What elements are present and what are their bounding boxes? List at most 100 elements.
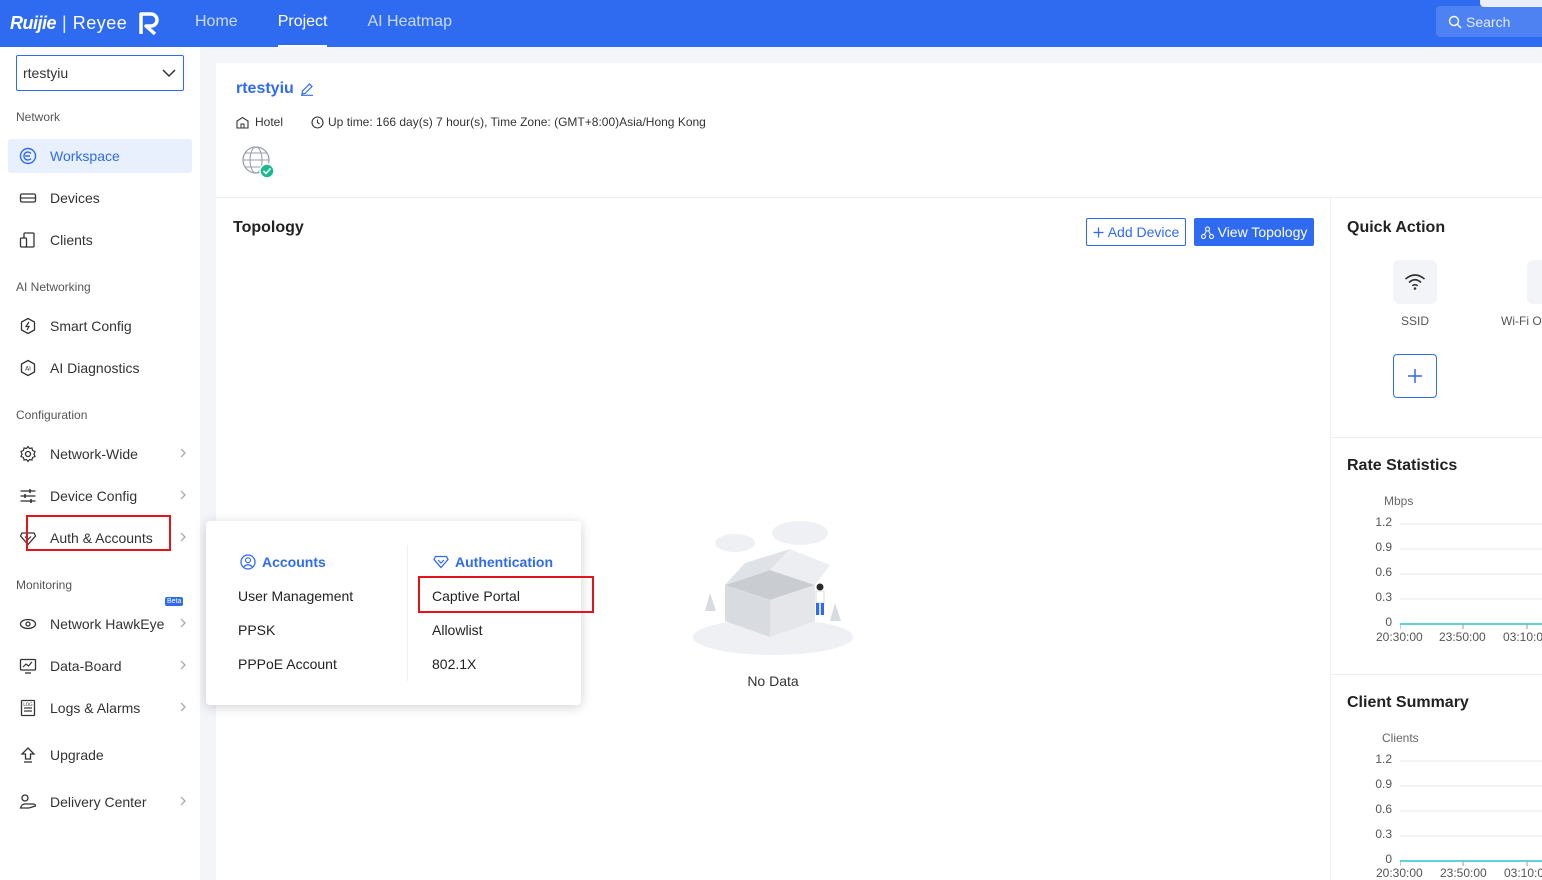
section-ai-networking: AI Networking [16, 280, 91, 294]
sidebar-item-device-config[interactable]: Device Config [8, 479, 192, 513]
menu-item-pppoe-account[interactable]: PPPoE Account [238, 656, 337, 672]
column-divider [1330, 198, 1331, 880]
sidebar-item-devices[interactable]: Devices [8, 181, 192, 215]
search-label: Search [1466, 13, 1511, 30]
view-topology-label: View Topology [1217, 224, 1308, 240]
right-divider [1331, 437, 1542, 438]
search-icon [1448, 15, 1462, 28]
sidebar-item-label: Smart Config [50, 318, 132, 334]
view-topology-button[interactable]: View Topology [1194, 218, 1314, 246]
header-divider [216, 197, 1542, 198]
sidebar-item-label: Network-Wide [50, 446, 138, 462]
edit-pencil-icon[interactable] [300, 82, 314, 96]
menu-item-802-1x[interactable]: 802.1X [432, 656, 476, 672]
add-quick-action-button[interactable] [1393, 354, 1437, 398]
sidebar-item-label: Data-Board [50, 658, 122, 674]
svg-text:LOG: LOG [23, 702, 33, 708]
project-title: rtestyiu [236, 80, 314, 98]
ruijie-reyee-logo[interactable]: Ruijie | Reyee [10, 9, 163, 37]
search-button[interactable]: Search [1436, 6, 1542, 37]
sidebar-item-ai-diagnostics[interactable]: AI AI Diagnostics [8, 351, 192, 385]
menu-item-allowlist[interactable]: Allowlist [432, 622, 483, 638]
chevron-right-icon [180, 532, 186, 542]
sidebar-item-label: Network HawkEye [50, 616, 165, 632]
right-divider [1331, 674, 1542, 675]
sidebar-item-label: Clients [50, 232, 93, 248]
client-summary-title: Client Summary [1347, 694, 1469, 711]
rate-statistics-title: Rate Statistics [1347, 457, 1458, 474]
workspace-icon [18, 146, 38, 166]
sidebar-item-label: Devices [50, 190, 100, 206]
sidebar-item-auth-accounts[interactable]: Auth & Accounts [8, 521, 192, 555]
smart-config-icon [18, 316, 38, 336]
accounts-group-title: Accounts [240, 554, 326, 570]
section-network: Network [16, 110, 61, 124]
y-tick: 0.9 [1375, 540, 1392, 554]
ssid-action-button[interactable] [1393, 260, 1437, 304]
y-tick: 0.6 [1375, 565, 1392, 579]
empty-box-illustration [693, 521, 853, 655]
menu-item-captive-portal[interactable]: Captive Portal [432, 588, 520, 604]
sidebar-item-data-board[interactable]: Data-Board [8, 649, 192, 683]
menu-item-user-management[interactable]: User Management [238, 588, 353, 604]
quick-action-title: Quick Action [1347, 219, 1446, 236]
sidebar-item-label: Logs & Alarms [50, 700, 141, 716]
diamond-shield-icon [18, 528, 38, 548]
beta-badge: Beta [165, 597, 184, 606]
chevron-right-icon [180, 796, 186, 806]
nav-home[interactable]: Home [175, 0, 258, 47]
upgrade-arrow-icon [18, 745, 38, 765]
sidebar-item-workspace[interactable]: Workspace [8, 139, 192, 173]
sidebar-item-delivery-center[interactable]: Delivery Center [8, 785, 192, 819]
sidebar-item-label: Workspace [50, 148, 120, 164]
wifi-icon [1404, 274, 1426, 290]
sidebar-item-label: Device Config [50, 488, 138, 504]
ai-diagnostics-icon: AI [18, 358, 38, 378]
sidebar-item-smart-config[interactable]: Smart Config [8, 309, 192, 343]
y-tick: 0.6 [1375, 802, 1392, 816]
y-tick: 1.2 [1375, 752, 1392, 766]
project-select[interactable]: rtestyiu [16, 55, 184, 91]
client-summary-unit: Clients [1382, 731, 1419, 745]
auth-accounts-flyout: Accounts User Management PPSK PPPoE Acco… [206, 521, 581, 705]
project-meta: Hotel Up time: 166 day(s) 7 hour(s), Tim… [236, 115, 706, 129]
y-tick: 0 [1385, 615, 1392, 629]
section-monitoring: Monitoring [16, 578, 73, 592]
log-icon: LOG [18, 698, 38, 718]
y-tick: 0 [1385, 852, 1392, 866]
wifi-optimization-action-label: Wi-Fi O [1501, 314, 1542, 328]
project-select-value: rtestyiu [23, 65, 69, 81]
add-device-button[interactable]: Add Device [1086, 218, 1186, 246]
section-configuration: Configuration [16, 408, 88, 422]
menu-item-ppsk[interactable]: PPSK [238, 622, 275, 638]
rate-statistics-unit: Mbps [1384, 494, 1414, 508]
nav-ai-heatmap[interactable]: AI Heatmap [347, 0, 471, 47]
nav-project[interactable]: Project [258, 0, 348, 47]
project-scene: Hotel [255, 115, 284, 129]
sidebar-item-network-wide[interactable]: Network-Wide [8, 437, 192, 471]
sliders-icon [18, 486, 38, 506]
sidebar-item-upgrade[interactable]: Upgrade [8, 738, 192, 772]
delivery-icon [18, 792, 38, 812]
ssid-action-label: SSID [1401, 314, 1430, 328]
sidebar-item-clients[interactable]: Clients [8, 223, 192, 257]
sidebar-item-label: Delivery Center [50, 794, 147, 810]
y-tick: 1.2 [1375, 515, 1392, 529]
main-panel [216, 63, 1542, 880]
wifi-optimization-action-button[interactable] [1527, 260, 1542, 304]
user-circle-icon [240, 554, 256, 570]
add-device-label: Add Device [1107, 224, 1180, 240]
project-name: rtestyiu [236, 80, 294, 97]
sidebar-item-network-hawkeye[interactable]: Network HawkEye Beta [8, 597, 192, 641]
clock-icon [311, 115, 324, 129]
plus-icon [1408, 369, 1422, 383]
reyee-r-logo-icon [139, 12, 159, 36]
authentication-group-title: Authentication [433, 554, 553, 570]
top-bar: Ruijie | Reyee Home Project AI Heatmap S… [0, 0, 1542, 47]
main-nav: Home Project AI Heatmap [175, 0, 472, 47]
sidebar-item-logs-alarms[interactable]: LOG Logs & Alarms [8, 691, 192, 725]
x-tick: 03:10:0 [1503, 630, 1542, 644]
chevron-down-icon [162, 69, 176, 78]
diamond-icon [433, 555, 449, 569]
y-tick: 0.9 [1375, 777, 1392, 791]
